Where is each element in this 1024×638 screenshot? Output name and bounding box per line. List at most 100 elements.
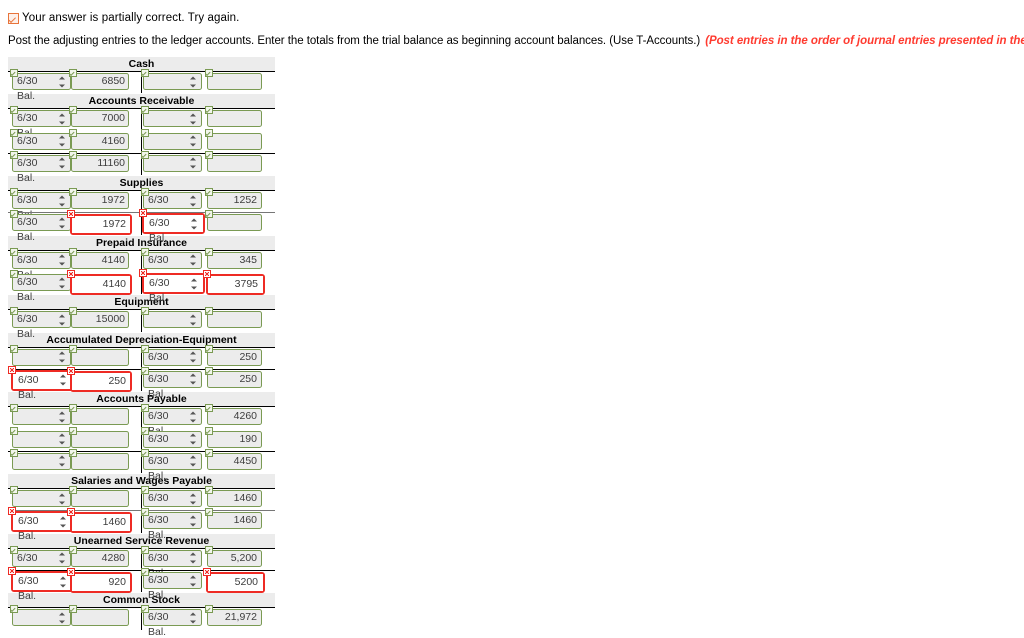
date-select-debit_date[interactable]: 6/30 [10,128,71,150]
cell-credit-amt [204,128,275,150]
date-select-debit_date[interactable] [10,448,71,470]
amount-input-credit_amt[interactable] [205,128,262,150]
amount-input-credit_amt[interactable]: 250 [205,344,262,366]
date-select-debit_date[interactable]: 6/30 Bal. [10,188,71,221]
date-select-debit_date[interactable]: 6/30 Bal. [10,270,71,303]
amount-input-credit_amt[interactable] [205,150,262,172]
date-select-credit_date[interactable]: 6/30 Bal. [141,545,202,579]
amount-input-debit_amt[interactable]: 920 [72,574,130,592]
amount-input-debit_amt[interactable] [69,486,129,508]
amount-input-debit_amt[interactable]: 11160 [69,150,129,172]
date-select-credit_date[interactable]: 6/30 [141,344,202,366]
date-select-debit_date[interactable] [10,605,71,627]
date-select-credit_date[interactable] [141,106,202,128]
date-select-debit_date[interactable] [10,486,71,508]
correct-marker-icon [141,307,149,316]
amount-input-credit_amt[interactable]: 1460 [205,508,262,530]
date-select-credit_date[interactable]: 6/30 [141,247,202,269]
amount-input-debit_amt[interactable]: 4160 [69,128,129,150]
date-select-credit_date[interactable]: 6/30 Bal. [141,404,202,437]
date-select-debit_date[interactable]: 6/30 Bal. [13,371,72,401]
date-select-credit_date[interactable] [141,69,202,90]
amount-input-debit_amt[interactable]: 1460 [72,514,130,532]
amount-input-credit_amt[interactable]: 4260 [205,404,262,426]
amount-input-credit_amt[interactable] [205,210,262,232]
chevron-updown-icon [191,278,198,290]
wrong-answer-highlight: 6/30 Bal. [8,365,74,401]
date-select-debit_date[interactable]: 6/30 [10,545,71,567]
date-select-credit_date[interactable]: 6/30 Bal. [141,366,202,400]
amount-input-credit_amt[interactable] [205,307,262,329]
date-select-debit_date[interactable]: 6/30 Bal. [13,573,72,602]
t-accounts-ledger: Cash 6/30 Bal. 6850 Accounts Receivable 6/30… [8,56,275,638]
amount-input-credit_amt[interactable]: 3795 [208,276,263,294]
chevron-updown-icon [190,113,197,125]
amount-input-credit_amt[interactable]: 1252 [205,188,262,210]
amount-input-credit_amt[interactable] [205,69,262,90]
date-select-credit_date[interactable]: 6/30 Bal. [141,448,202,482]
date-select-debit_date[interactable]: 6/30 Bal. [10,307,71,340]
amount-input-debit_amt[interactable]: 6850 [69,69,129,90]
date-select-debit_date[interactable]: 6/30 Bal. [10,210,71,243]
amount-input-credit_amt[interactable]: 5,200 [205,545,262,567]
account-rows: 6/3042806/30 Bal.5,2006/30 Bal.9206/30 B… [8,545,275,602]
amount-input-credit_amt[interactable]: 4450 [205,448,262,470]
correct-marker-icon [10,545,18,554]
date-select-debit_date[interactable] [10,344,71,366]
cell-credit-date: 6/30 [141,247,204,269]
amount-input-debit_amt[interactable]: 4140 [69,247,129,269]
date-select-debit_date[interactable]: 6/30 Bal. [13,513,72,542]
amount-input-debit_amt[interactable] [69,448,129,470]
amount-input-debit_amt[interactable]: 4140 [72,276,130,294]
amount-input-debit_amt[interactable]: 15000 [69,307,129,329]
amount-input-debit_amt[interactable] [69,426,129,448]
cell-credit-amt: 3795 [203,270,275,296]
correct-marker-icon [69,69,77,77]
date-select-debit_date[interactable]: 6/30 Bal. [10,150,71,184]
amount-input-credit_amt[interactable]: 5200 [208,574,263,592]
date-select-credit_date[interactable] [141,307,202,329]
amount-input-credit_amt[interactable] [205,106,262,128]
amount-input-credit_amt[interactable]: 21,972 [205,605,262,627]
date-select-credit_date[interactable]: 6/30 [141,188,202,210]
date-select-debit_date[interactable]: 6/30 Bal. [10,247,71,281]
date-select-credit_date[interactable]: 6/30 [141,486,202,508]
date-select-credit_date[interactable] [141,128,202,150]
chevron-updown-icon [59,612,66,624]
date-select-debit_date[interactable]: 6/30 Bal. [10,69,71,102]
cell-credit-amt: 4450 [204,448,275,470]
date-select-credit_date[interactable] [141,150,202,172]
chevron-updown-icon [59,552,66,564]
date-select-debit_date[interactable]: 6/30 Bal. [10,106,71,139]
chevron-updown-icon [190,195,197,207]
incorrect-marker-icon [203,568,211,577]
date-select-credit_date[interactable]: 6/30 Bal. [144,275,203,304]
cell-debit-date [8,448,71,470]
amount-input-credit_amt[interactable]: 250 [205,366,262,388]
amount-input-debit_amt[interactable] [69,605,129,627]
amount-input-debit_amt[interactable] [69,404,129,426]
date-select-credit_date[interactable]: 6/30 Bal. [141,508,202,541]
amount-input-debit_amt[interactable]: 1972 [72,216,130,234]
amount-input-credit_amt[interactable]: 190 [205,426,262,448]
correct-marker-icon [141,605,149,614]
correct-marker-icon [10,106,18,115]
amount-input-debit_amt[interactable] [69,344,129,366]
correct-marker-icon [205,448,213,457]
correct-marker-icon [141,366,149,375]
date-select-credit_date[interactable]: 6/30 Bal. [144,215,203,244]
amount-input-debit_amt[interactable]: 250 [72,372,130,390]
date-select-debit_date[interactable] [10,404,71,426]
amount-input-credit_amt[interactable]: 1460 [205,486,262,508]
amount-input-debit_amt[interactable]: 1972 [69,188,129,210]
chevron-updown-icon [59,113,66,125]
incorrect-marker-icon [67,210,75,219]
date-select-credit_date[interactable]: 6/30 Bal. [141,568,202,601]
amount-input-debit_amt[interactable]: 7000 [69,106,129,128]
correct-marker-icon [69,128,77,137]
date-select-debit_date[interactable] [10,426,71,448]
amount-input-debit_amt[interactable]: 4280 [69,545,129,567]
date-select-credit_date[interactable]: 6/30 [141,426,202,448]
amount-input-credit_amt[interactable]: 345 [205,247,262,269]
date-select-credit_date[interactable]: 6/30 Bal. [141,605,202,638]
